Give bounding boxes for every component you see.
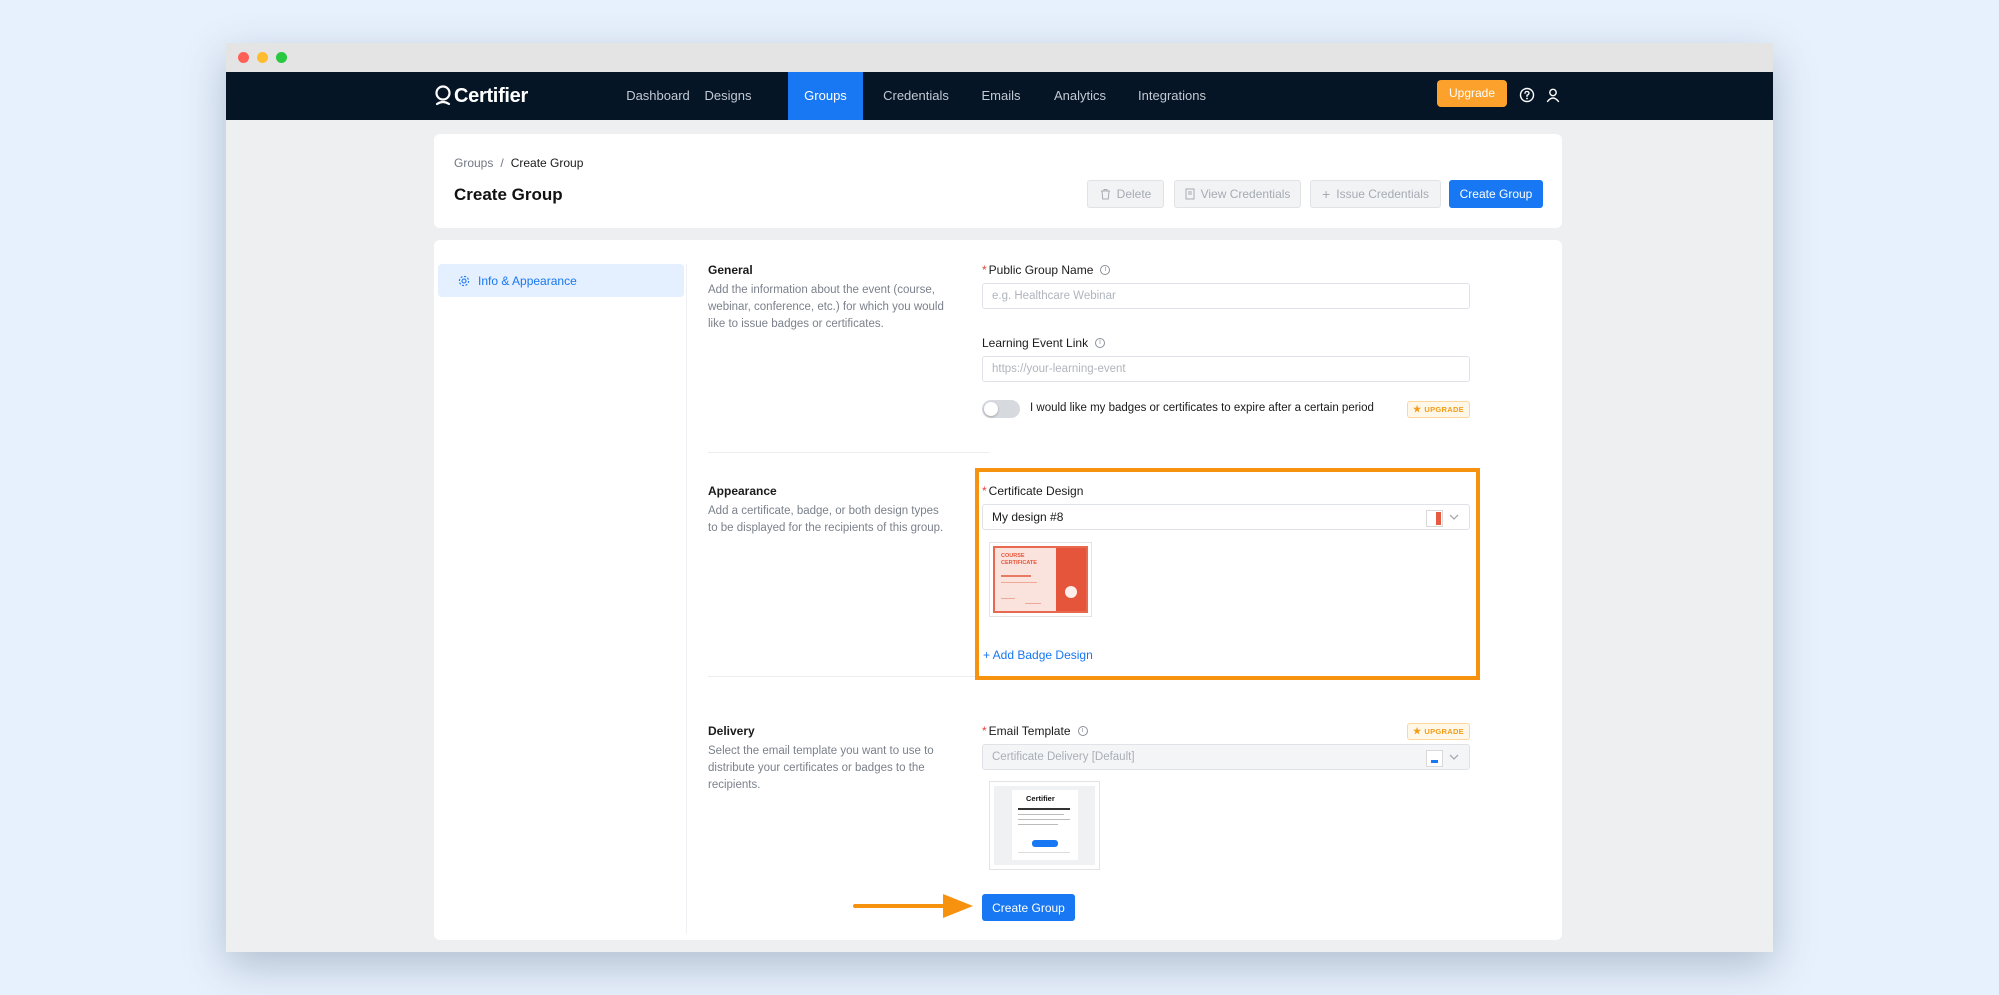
required-marker: * [982,724,987,738]
section-divider [708,676,990,677]
public-group-name-text: Public Group Name [988,263,1094,277]
nav-integrations[interactable]: Integrations [1135,72,1209,120]
nav-analytics[interactable]: Analytics [1051,72,1109,120]
breadcrumb-separator: / [500,156,504,170]
breadcrumb-groups-link[interactable]: Groups [454,156,493,170]
create-group-button-header[interactable]: Create Group [1449,180,1543,208]
email-preview-line [1018,808,1070,810]
issue-credentials-button[interactable]: + Issue Credentials [1310,180,1441,208]
nav-dashboard[interactable]: Dashboard [625,72,691,120]
email-preview-button [1032,840,1058,847]
view-credentials-button[interactable]: View Credentials [1174,180,1301,208]
info-icon[interactable]: i [1100,265,1111,275]
email-mini-thumbnail [1426,750,1443,767]
section-divider [708,452,990,453]
arrow-pointer-icon [853,894,973,918]
info-icon[interactable]: i [1095,338,1106,348]
email-template-value: Certificate Delivery [Default] [992,751,1135,763]
sidebar-divider [686,264,687,934]
help-icon[interactable] [1517,85,1537,105]
breadcrumb-current: Create Group [510,156,584,170]
email-template-select[interactable]: Certificate Delivery [Default] [982,744,1470,770]
email-preview-logo: Certifier [1026,794,1055,803]
delete-label: Delete [1116,187,1152,201]
learning-event-link-text: Learning Event Link [982,336,1089,350]
plus-icon: + [1322,186,1331,202]
email-template-text: Email Template [988,724,1071,738]
star-icon: ★ [1413,726,1422,736]
delete-button[interactable]: Delete [1087,180,1164,208]
maximize-window-dot[interactable] [276,52,287,63]
learning-event-link-input[interactable]: https://your-learning-event [982,356,1470,382]
upgrade-badge-text: UPGRADE [1424,405,1464,414]
appearance-title: Appearance [708,484,777,498]
window-titlebar [226,43,1773,72]
nav-emails[interactable]: Emails [979,72,1023,120]
breadcrumb: Groups / Create Group [454,156,583,170]
trash-icon [1100,189,1110,200]
nav-designs[interactable]: Designs [704,72,752,120]
delivery-description: Select the email template you want to us… [708,745,934,791]
upgrade-button[interactable]: Upgrade [1437,80,1507,107]
certifier-logo-icon [435,85,451,106]
expire-toggle-label: I would like my badges or certificates t… [1030,402,1374,414]
user-icon[interactable] [1543,85,1563,105]
nav-groups[interactable]: Groups [788,72,863,120]
top-navbar: Certifier Dashboard Designs Groups Crede… [226,72,1773,120]
star-icon: ★ [1413,404,1422,414]
brand-name: Certifier [454,84,528,107]
delivery-title: Delivery [708,724,755,738]
public-group-name-label: * Public Group Name i [982,263,1111,277]
email-preview-line [1018,824,1058,825]
certifier-logo[interactable]: Certifier [434,81,528,111]
credential-icon [1185,188,1195,200]
create-group-button[interactable]: Create Group [982,894,1075,921]
email-preview-line [1018,819,1070,820]
upgrade-badge-text: UPGRADE [1424,727,1464,736]
certificate-design-highlight [975,468,1480,680]
email-template-label: * Email Template i [982,724,1088,738]
learning-event-link-label: Learning Event Link i [982,336,1106,350]
issue-credentials-label: Issue Credentials [1336,187,1429,201]
sidebar-item-label: Info & Appearance [478,273,577,288]
header-card: Groups / Create Group Create Group Delete … [434,134,1562,228]
upgrade-badge-expire[interactable]: ★ UPGRADE [1407,401,1470,418]
minimize-window-dot[interactable] [257,52,268,63]
info-icon[interactable]: i [1077,726,1088,736]
page-title: Create Group [454,185,563,204]
public-group-name-input[interactable]: e.g. Healthcare Webinar [982,283,1470,309]
email-preview-line [1018,852,1070,853]
sidebar-item-info-appearance[interactable]: Info & Appearance [438,264,684,297]
email-preview-line [1018,814,1064,815]
required-marker: * [982,263,987,277]
expire-toggle[interactable] [982,400,1020,418]
gear-icon [458,275,470,286]
email-preview-body: Certifier [1012,790,1078,860]
view-credentials-label: View Credentials [1200,187,1291,201]
general-title: General [708,263,753,277]
appearance-description: Add a certificate, badge, or both design… [708,505,944,534]
chevron-down-icon [1449,754,1459,760]
toggle-knob [984,402,998,416]
general-description: Add the information about the event (cou… [708,284,944,330]
email-preview: Certifier [994,786,1095,865]
upgrade-badge-email[interactable]: ★ UPGRADE [1407,723,1470,740]
email-template-thumbnail[interactable]: Certifier [989,781,1100,870]
nav-credentials[interactable]: Credentials [880,72,952,120]
close-window-dot[interactable] [238,52,249,63]
